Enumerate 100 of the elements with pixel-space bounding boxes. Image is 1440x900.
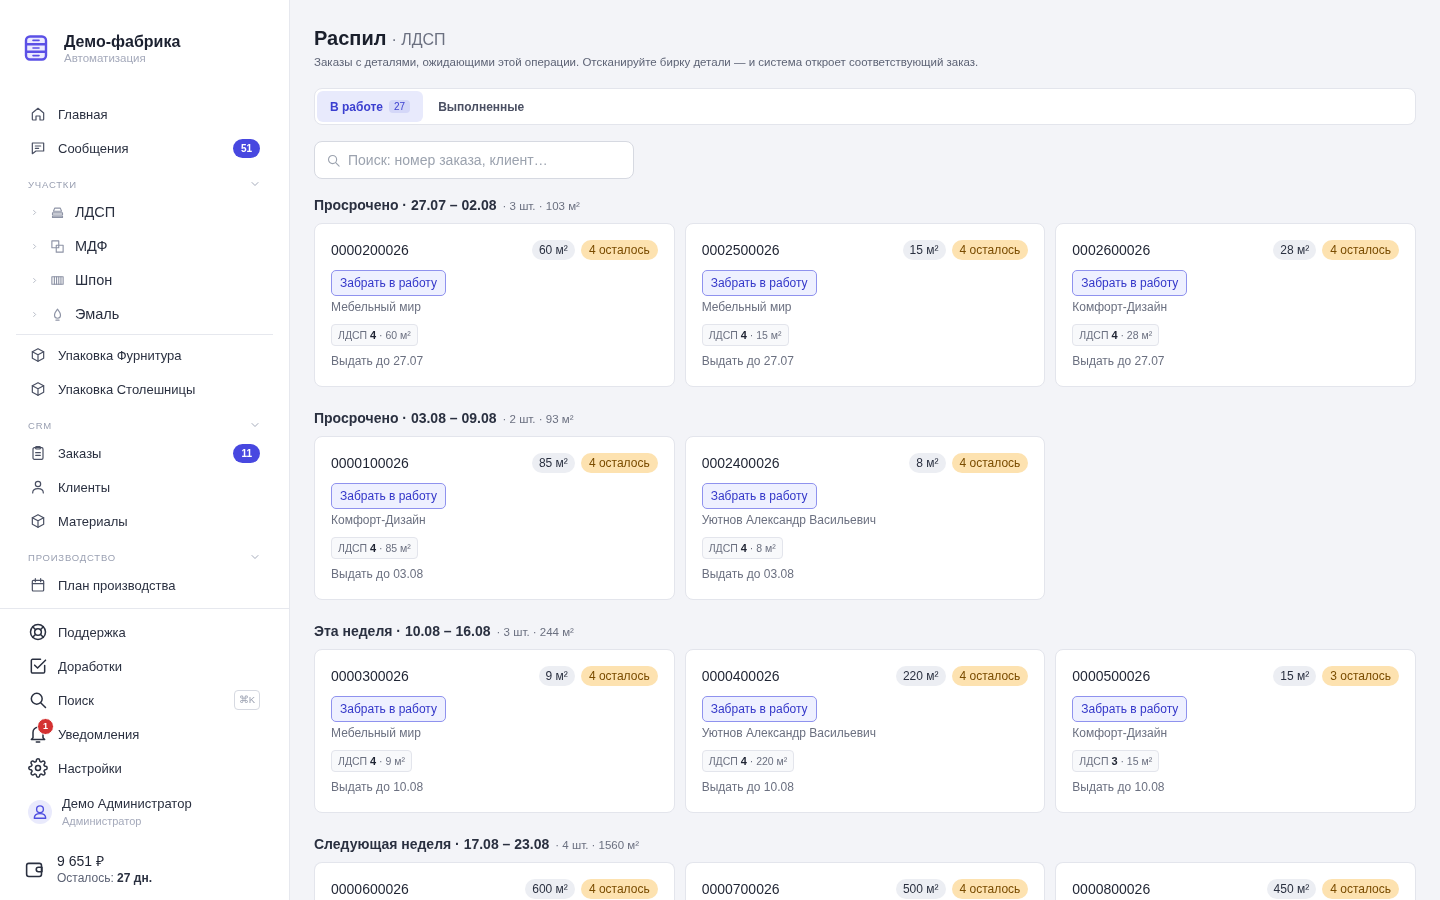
material-chip: ЛДСП 4 · 60 м² (331, 324, 418, 346)
count-badge: 51 (232, 138, 260, 158)
area-badge: 28 м² (1273, 240, 1317, 260)
tab-count-badge: 27 (389, 100, 411, 113)
nav-item[interactable]: Доработки (16, 649, 273, 683)
take-to-work-button[interactable]: Забрать в работу (701, 270, 817, 296)
order-number: 0000300026 (331, 668, 410, 684)
checkbox-icon (28, 656, 48, 676)
area-badge: 8 м² (909, 453, 946, 473)
nav-item[interactable]: Сообщения 51 (16, 131, 273, 165)
overlapping-squares-icon (50, 238, 65, 254)
remaining-badge: 4 осталось (951, 666, 1029, 686)
remaining-badge: 4 осталось (580, 240, 658, 260)
area-badge: 60 м² (531, 240, 575, 260)
nav-item[interactable]: Клиенты (16, 470, 273, 504)
due-date: Выдать до 10.08 (1072, 779, 1165, 796)
take-to-work-button[interactable]: Забрать в работу (701, 483, 817, 509)
notification-count-badge: 1 (37, 718, 54, 735)
order-number: 0002600026 (1072, 242, 1152, 258)
settings-icon (28, 758, 48, 778)
take-to-work-button[interactable]: Забрать в работу (1072, 696, 1188, 722)
remaining-badge: 4 осталось (1322, 879, 1399, 899)
due-date: Выдать до 10.08 (331, 779, 424, 796)
stacked-boards-icon (50, 204, 65, 220)
chat-icon (30, 140, 46, 156)
client-name: Мебельный мир (331, 299, 421, 316)
page-subtitle: · ЛДСП (391, 31, 446, 49)
nav-item[interactable]: Эмаль (16, 297, 273, 331)
cube-icon (30, 381, 46, 397)
page-title: Распил (314, 26, 387, 51)
nav-item[interactable]: Настройки (16, 751, 273, 785)
order-number: 0000100026 (331, 455, 410, 471)
cube-icon (30, 347, 46, 363)
area-badge: 600 м² (525, 879, 575, 899)
nav-item[interactable]: Главная (16, 97, 273, 131)
material-chip: ЛДСП 4 · 85 м² (331, 537, 418, 559)
brand-subtitle: Автоматизация (64, 50, 147, 65)
remaining-badge: 4 осталось (951, 240, 1029, 260)
area-badge: 15 м² (902, 240, 946, 260)
due-date: Выдать до 10.08 (701, 779, 794, 796)
page-description: Заказы с деталями, ожидающими этой операции. Отсканируйте бирку детали — и система откроет соответствующий заказ. (314, 55, 980, 70)
client-name: Мебельный мир (701, 299, 792, 316)
take-to-work-button[interactable]: Забрать в работу (1072, 270, 1188, 296)
due-date: Выдать до 27.07 (701, 353, 794, 370)
group-summary: · 3 шт. · 244 м² (496, 625, 574, 640)
balance-amount: 9 651 ₽ (57, 852, 105, 870)
order-number: 0000400026 (701, 668, 781, 684)
group-title: Просрочено · 27.07 – 02.08 (314, 196, 497, 215)
nav-item[interactable]: Материалы (16, 504, 273, 538)
order-number: 0000800026 (1072, 881, 1152, 897)
order-number: 0002400026 (701, 455, 781, 471)
material-chip: ЛДСП 4 · 220 м² (701, 750, 795, 772)
group-title: Просрочено · 03.08 – 09.08 (314, 409, 497, 428)
area-badge: 450 м² (1266, 879, 1317, 899)
area-badge: 9 м² (538, 666, 575, 686)
group-summary: · 4 шт. · 1560 м² (555, 838, 640, 853)
take-to-work-button[interactable]: Забрать в работу (701, 696, 817, 722)
area-badge: 15 м² (1273, 666, 1317, 686)
nav-item[interactable]: 1 Уведомления (16, 717, 273, 751)
nav-item[interactable]: Упаковка Фурнитура (16, 338, 273, 372)
nav-item[interactable]: Шпон (16, 263, 273, 297)
group-summary: · 2 шт. · 93 м² (502, 412, 574, 427)
shortcut-hint: ⌘K (233, 690, 260, 710)
home-icon (30, 106, 46, 122)
nav-item[interactable]: Поддержка (16, 615, 273, 649)
clipboard-icon (30, 445, 46, 461)
nav-item[interactable]: МДФ (16, 229, 273, 263)
remaining-badge: 4 осталось (951, 879, 1029, 899)
nav-item[interactable]: Упаковка Столешницы (16, 372, 273, 406)
user-icon (30, 479, 46, 495)
search-icon (326, 153, 341, 168)
area-badge: 220 м² (895, 666, 946, 686)
tab[interactable]: Выполненные (425, 91, 538, 122)
order-number: 0000600026 (331, 881, 410, 897)
material-chip: ЛДСП 4 · 15 м² (701, 324, 789, 346)
remaining-badge: 4 осталось (580, 666, 658, 686)
due-date: Выдать до 27.07 (331, 353, 424, 370)
user-role: Администратор (62, 814, 143, 829)
nav-item[interactable]: ЛДСП (16, 195, 273, 229)
due-date: Выдать до 03.08 (701, 566, 794, 583)
due-date: Выдать до 03.08 (331, 566, 424, 583)
material-chip: ЛДСП 4 · 28 м² (1072, 324, 1160, 346)
client-name: Комфорт-Дизайн (1072, 299, 1168, 316)
client-name: Уютнов Александр Васильевич (701, 512, 876, 529)
nav-item[interactable]: Поиск ⌘K (16, 683, 273, 717)
nav-item[interactable]: Заказы 11 (16, 436, 273, 470)
remaining-badge: 4 осталось (1322, 240, 1399, 260)
order-number: 0000500026 (1072, 668, 1152, 684)
search-field[interactable]: Поиск: номер заказа, клиент… (314, 141, 634, 179)
remaining-badge: 4 осталось (580, 879, 658, 899)
area-badge: 500 м² (895, 879, 946, 899)
remaining-badge: 4 осталось (951, 453, 1029, 473)
nav-item[interactable]: План производства (16, 568, 273, 602)
tab[interactable]: В работе 27 (317, 91, 424, 122)
take-to-work-button[interactable]: Забрать в работу (331, 696, 446, 722)
group-summary: · 3 шт. · 103 м² (502, 199, 580, 214)
take-to-work-button[interactable]: Забрать в работу (331, 270, 446, 296)
user-avatar-icon[interactable] (28, 800, 52, 824)
brand-title: Демо-фабрика (64, 31, 181, 51)
take-to-work-button[interactable]: Забрать в работу (331, 483, 446, 509)
